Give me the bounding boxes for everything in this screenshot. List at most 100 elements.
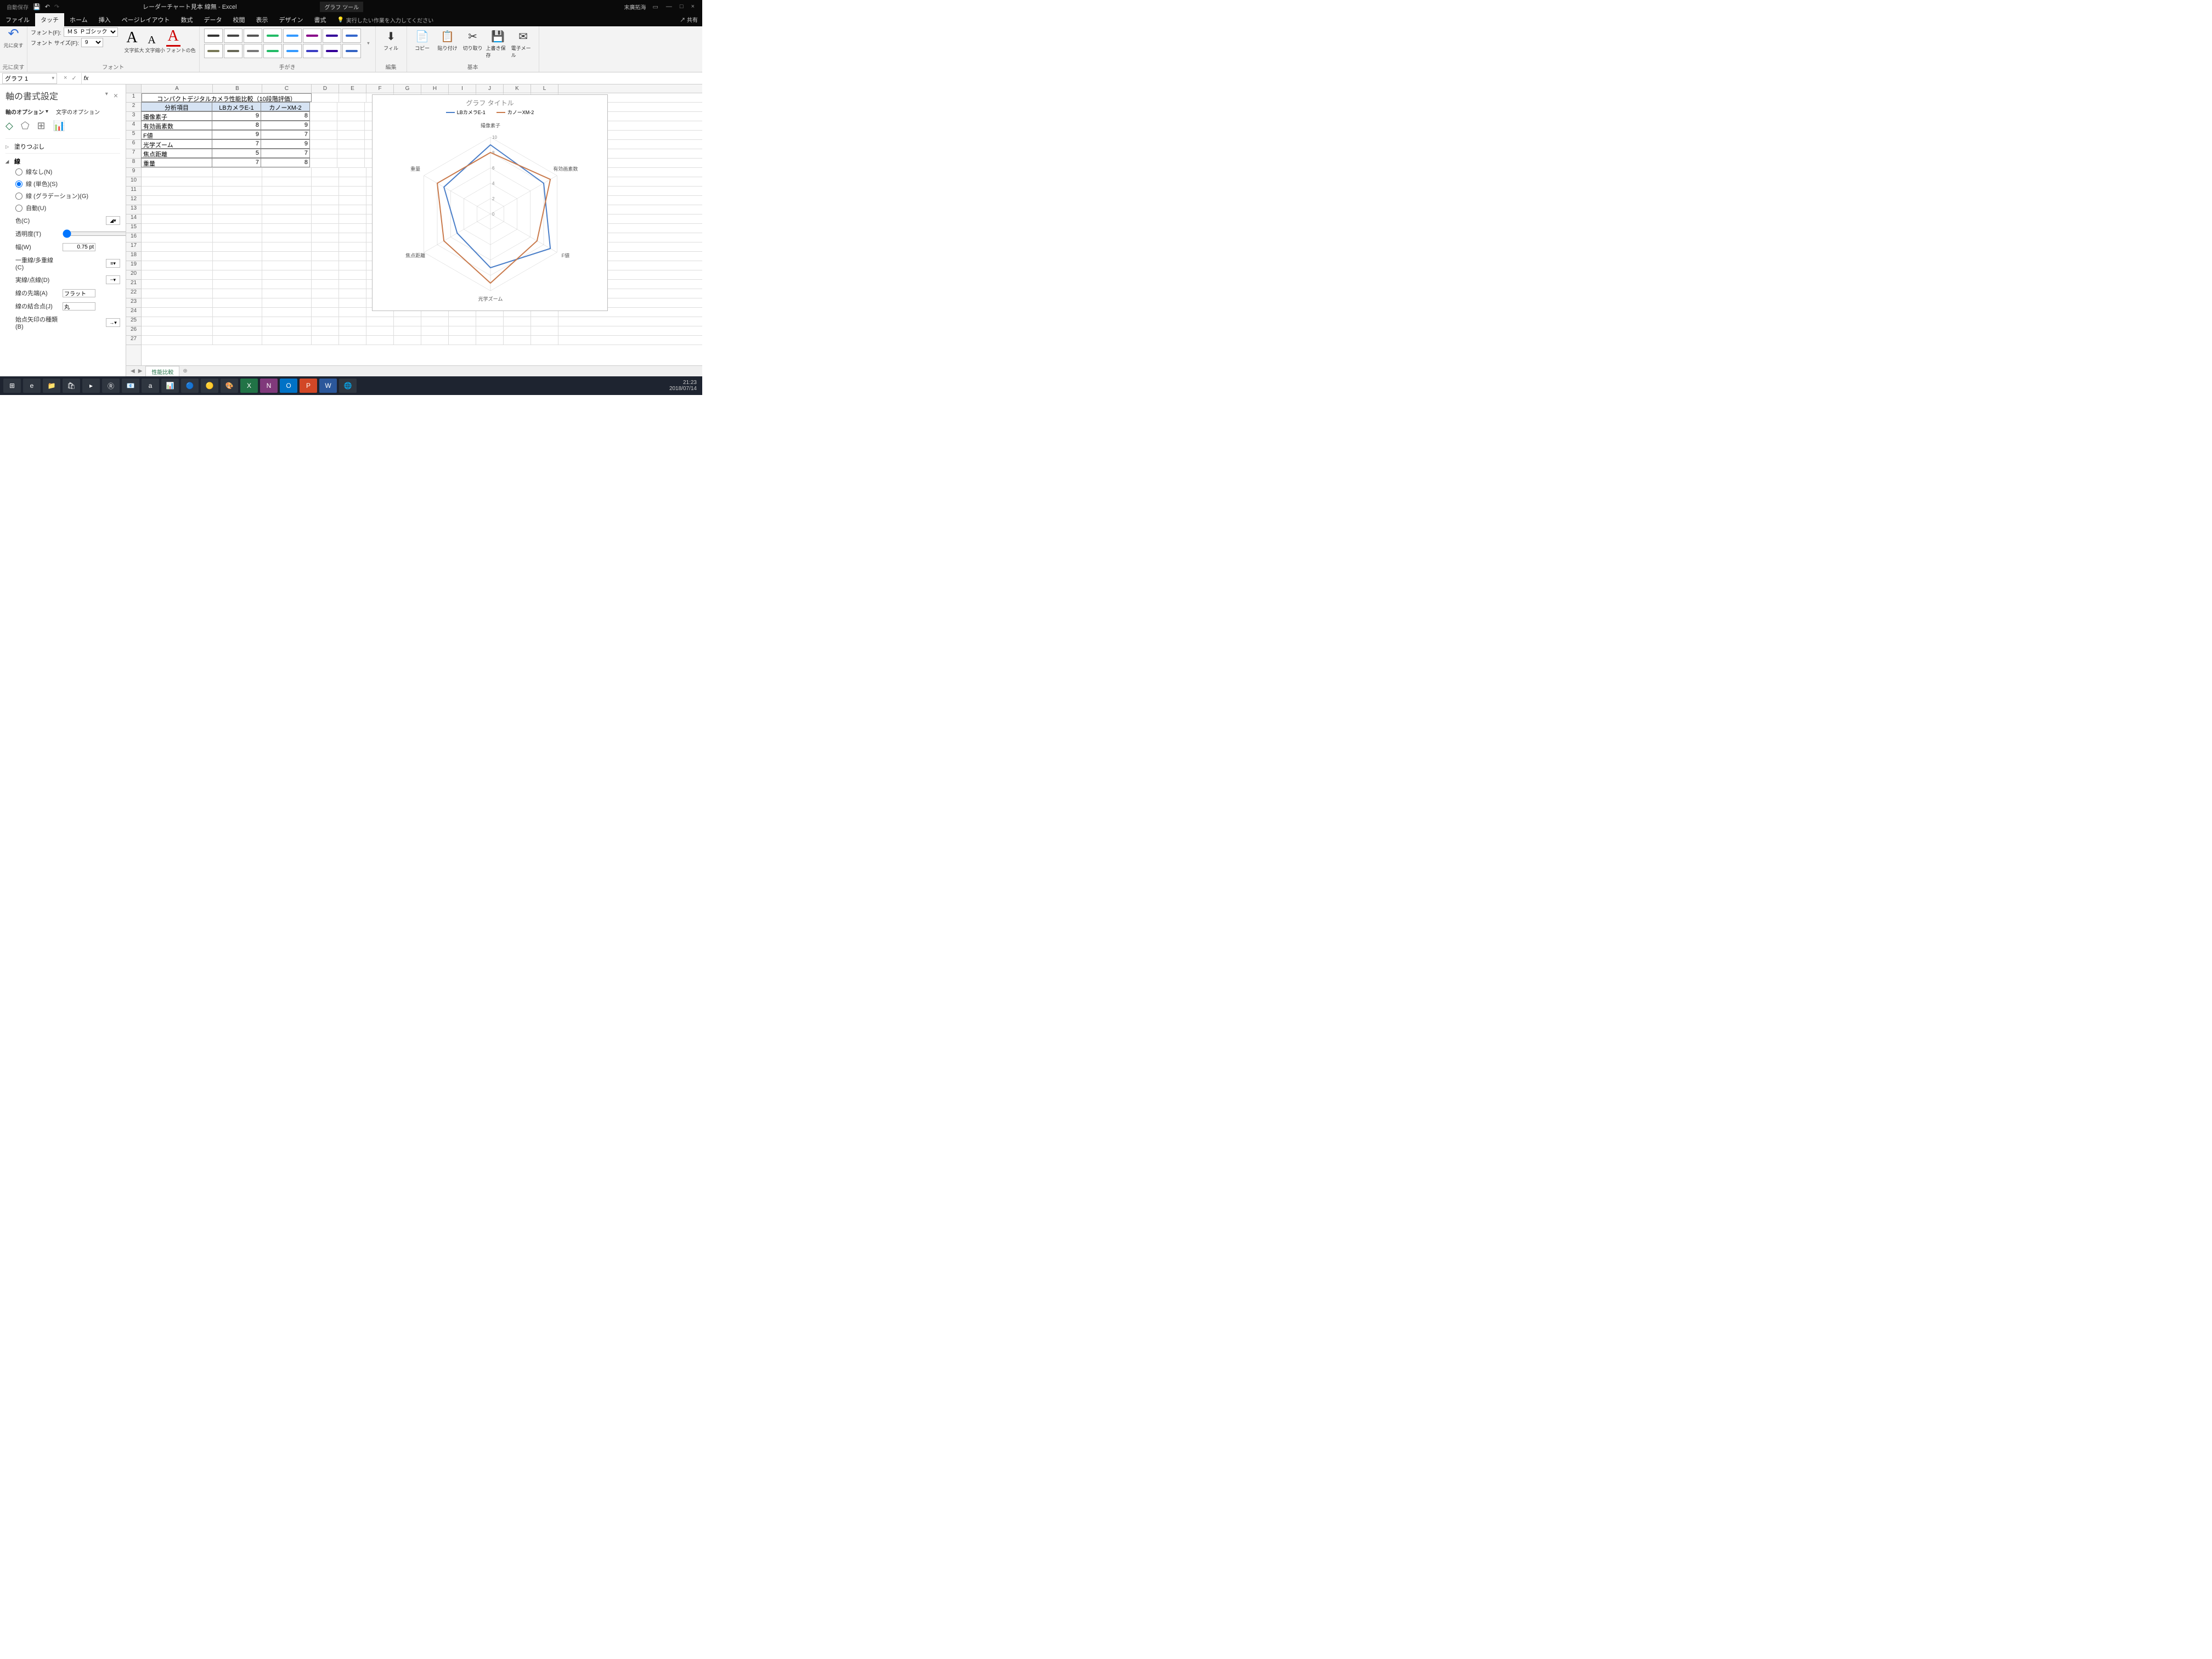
pen-swatch[interactable] bbox=[303, 44, 321, 58]
tell-me[interactable]: 💡実行したい作業を入力してください bbox=[331, 13, 439, 26]
table-cell[interactable]: 8 bbox=[261, 111, 310, 121]
redo-icon[interactable]: ↷ bbox=[54, 3, 59, 10]
sheet-nav-prev[interactable]: ◀ bbox=[131, 368, 135, 374]
tab-ファイル[interactable]: ファイル bbox=[0, 13, 35, 26]
row-header[interactable]: 10 bbox=[126, 177, 141, 187]
taskbar-item[interactable]: 🔵 bbox=[181, 379, 199, 393]
fill-button[interactable]: ⬇フィル bbox=[379, 30, 403, 52]
pen-swatch[interactable] bbox=[342, 29, 361, 43]
grow-font-button[interactable]: A bbox=[125, 29, 140, 47]
taskbar-item[interactable]: ⊞ bbox=[3, 379, 21, 393]
taskbar-item[interactable]: N bbox=[260, 379, 278, 393]
arrow-begin-picker[interactable]: →▾ bbox=[106, 318, 120, 327]
font-color-button[interactable]: A bbox=[166, 27, 180, 47]
fill-section[interactable]: ▷塗りつぶし bbox=[5, 138, 120, 153]
table-cell[interactable]: F値 bbox=[141, 130, 212, 139]
share-button[interactable]: ↗ 共有 bbox=[675, 13, 702, 26]
tab-数式[interactable]: 数式 bbox=[175, 13, 198, 26]
pen-swatch[interactable] bbox=[283, 29, 302, 43]
col-header[interactable]: L bbox=[531, 84, 558, 93]
taskbar-item[interactable]: P bbox=[300, 379, 317, 393]
taskbar-item[interactable]: 🎨 bbox=[221, 379, 238, 393]
pen-swatch[interactable] bbox=[323, 29, 341, 43]
axis-options-tab[interactable]: 軸のオプション ▾ bbox=[5, 108, 48, 116]
trans-slider[interactable] bbox=[63, 229, 126, 238]
row-header[interactable]: 7 bbox=[126, 149, 141, 159]
save-button[interactable]: 💾上書き保存 bbox=[486, 30, 510, 59]
row-header[interactable]: 6 bbox=[126, 140, 141, 149]
worksheet-grid[interactable]: ABCDEFGHIJKL 123456789101112131415161718… bbox=[126, 84, 702, 376]
effects-icon[interactable]: ⬠ bbox=[21, 120, 30, 132]
tab-書式[interactable]: 書式 bbox=[308, 13, 331, 26]
row-header[interactable]: 1 bbox=[126, 93, 141, 103]
row-header[interactable]: 25 bbox=[126, 317, 141, 326]
tab-タッチ[interactable]: タッチ bbox=[35, 13, 64, 26]
tab-表示[interactable]: 表示 bbox=[250, 13, 273, 26]
row-header[interactable]: 4 bbox=[126, 121, 141, 131]
table-cell[interactable]: 8 bbox=[261, 158, 310, 167]
fx-icon[interactable]: fx bbox=[81, 73, 91, 84]
col-header[interactable]: C bbox=[262, 84, 312, 93]
pen-swatch[interactable] bbox=[342, 44, 361, 58]
pen-swatch[interactable] bbox=[204, 44, 223, 58]
row-header[interactable]: 21 bbox=[126, 280, 141, 289]
taskbar-item[interactable]: 📊 bbox=[161, 379, 179, 393]
table-cell[interactable]: 重量 bbox=[141, 158, 212, 167]
row-header[interactable]: 22 bbox=[126, 289, 141, 298]
col-header[interactable]: B bbox=[213, 84, 262, 93]
table-cell[interactable]: 9 bbox=[212, 130, 261, 139]
sheet-tab[interactable]: 性能比較 bbox=[145, 366, 179, 377]
copy-button[interactable]: 📄コピー bbox=[410, 30, 435, 52]
row-header[interactable]: 17 bbox=[126, 242, 141, 252]
taskbar-item[interactable]: O bbox=[280, 379, 297, 393]
fill-line-icon[interactable]: ◇ bbox=[5, 120, 13, 132]
pen-swatch[interactable] bbox=[204, 29, 223, 43]
size-icon[interactable]: ⊞ bbox=[37, 120, 46, 132]
table-cell[interactable]: 9 bbox=[261, 121, 310, 130]
taskbar-item[interactable]: e bbox=[23, 379, 41, 393]
tab-ホーム[interactable]: ホーム bbox=[64, 13, 93, 26]
tab-ページレイアウト[interactable]: ページレイアウト bbox=[116, 13, 176, 26]
tab-データ[interactable]: データ bbox=[198, 13, 227, 26]
new-sheet-button[interactable]: ⊕ bbox=[183, 368, 187, 374]
line-none-radio[interactable] bbox=[15, 168, 22, 176]
taskbar-item[interactable]: 🛍 bbox=[63, 379, 80, 393]
row-header[interactable]: 13 bbox=[126, 205, 141, 215]
row-header[interactable]: 5 bbox=[126, 131, 141, 140]
shrink-font-button[interactable]: A bbox=[145, 34, 159, 47]
table-title[interactable]: コンパクトデジタルカメラ性能比較（10段階評価） bbox=[142, 93, 312, 102]
formula-input[interactable] bbox=[91, 73, 702, 84]
taskbar-item[interactable]: 🌐 bbox=[339, 379, 357, 393]
tab-校閲[interactable]: 校閲 bbox=[227, 13, 250, 26]
save-icon[interactable]: 💾 bbox=[33, 3, 41, 10]
row-header[interactable]: 18 bbox=[126, 252, 141, 261]
col-header[interactable]: F bbox=[366, 84, 394, 93]
line-auto-radio[interactable] bbox=[15, 205, 22, 212]
pen-swatch[interactable] bbox=[224, 29, 242, 43]
table-header[interactable]: LBカメラE-1 bbox=[212, 102, 261, 111]
table-cell[interactable]: 7 bbox=[212, 139, 261, 149]
paste-button[interactable]: 📋貼り付け bbox=[436, 30, 460, 52]
color-picker[interactable]: ◢▾ bbox=[106, 216, 120, 225]
cap-select[interactable] bbox=[63, 289, 95, 297]
dash-picker[interactable]: ┄▾ bbox=[106, 275, 120, 284]
row-header[interactable]: 16 bbox=[126, 233, 141, 242]
col-header[interactable]: G bbox=[394, 84, 421, 93]
table-cell[interactable]: 7 bbox=[212, 158, 261, 167]
row-header[interactable]: 3 bbox=[126, 112, 141, 121]
width-input[interactable] bbox=[63, 243, 95, 251]
col-header[interactable]: A bbox=[142, 84, 213, 93]
row-header[interactable]: 24 bbox=[126, 308, 141, 317]
row-header[interactable]: 2 bbox=[126, 103, 141, 112]
taskbar-item[interactable]: 📁 bbox=[43, 379, 60, 393]
row-header[interactable]: 14 bbox=[126, 215, 141, 224]
line-solid-radio[interactable] bbox=[15, 180, 22, 188]
row-header[interactable]: 15 bbox=[126, 224, 141, 233]
maximize-button[interactable]: □ bbox=[680, 3, 684, 10]
table-cell[interactable]: 焦点距離 bbox=[141, 149, 212, 158]
row-header[interactable]: 11 bbox=[126, 187, 141, 196]
table-cell[interactable]: 9 bbox=[212, 111, 261, 121]
pen-swatch[interactable] bbox=[263, 29, 282, 43]
tab-挿入[interactable]: 挿入 bbox=[93, 13, 116, 26]
compound-picker[interactable]: ≡▾ bbox=[106, 259, 120, 268]
